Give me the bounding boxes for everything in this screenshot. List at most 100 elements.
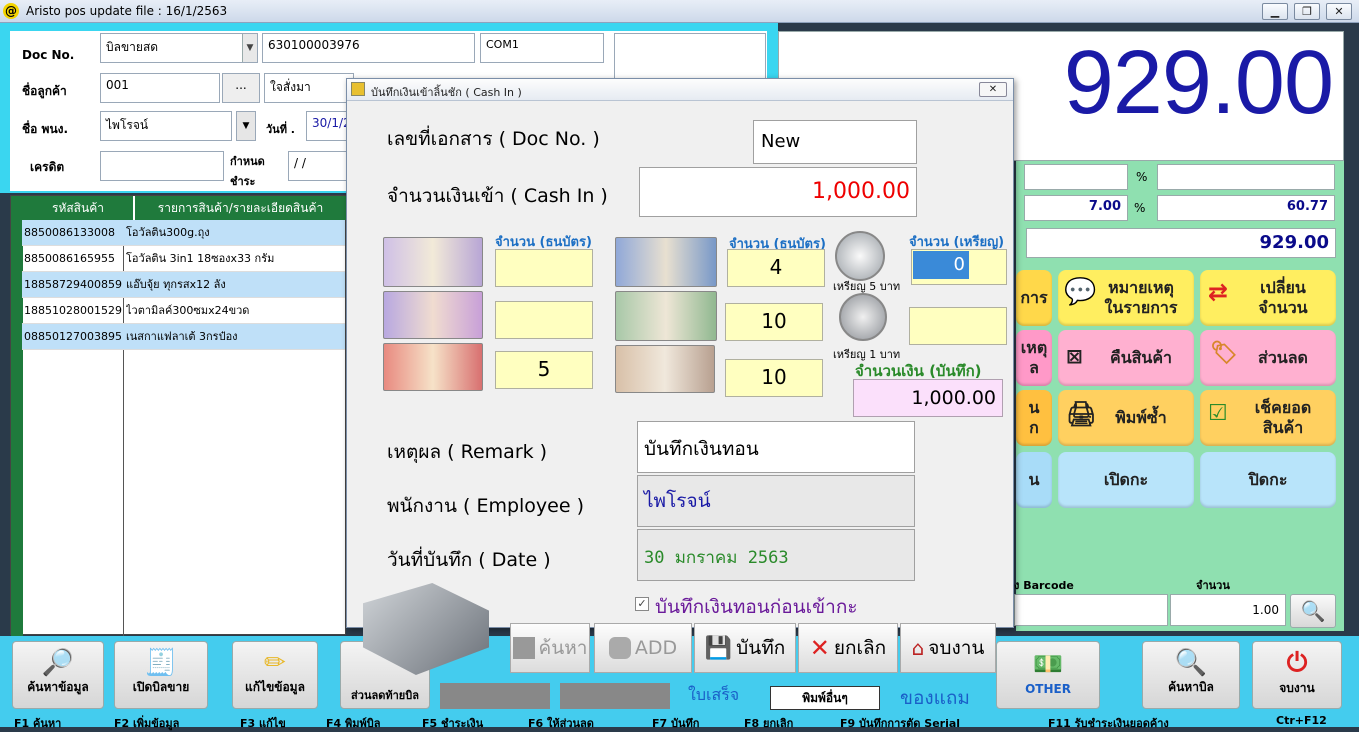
change-qty-button[interactable]: ⇄ เปลี่ยน จำนวน — [1200, 270, 1336, 326]
table-row[interactable]: 8850086133008 โอวัลติน300g.ถุง — [22, 220, 345, 246]
function-key-hint: F3 แก้ไข — [240, 717, 286, 730]
change-checkbox[interactable]: ✓ — [635, 597, 649, 611]
x-icon: ✕ — [809, 634, 830, 662]
house-icon: ⌂ — [911, 636, 925, 660]
dialog-app-icon — [351, 82, 365, 96]
qty-100-input[interactable]: 5 — [495, 351, 593, 389]
employee-dropdown-icon[interactable]: ▼ — [236, 111, 256, 141]
dlg-close-button[interactable]: ⌂ จบงาน — [900, 623, 996, 673]
net-total-field: 929.00 — [1026, 228, 1336, 258]
other-button[interactable]: 💵 OTHER — [996, 641, 1100, 709]
banknote-10-icon — [615, 345, 715, 393]
saved-amount-value: 1,000.00 — [853, 379, 1003, 417]
search-data-button[interactable]: 🔎 ค้นหาข้อมูล — [12, 641, 104, 709]
change-checkbox-label: บันทึกเงินทอนก่อนเข้ากะ — [655, 596, 858, 618]
item-button[interactable]: การ — [1016, 270, 1052, 326]
qty-label: จำนวน — [1196, 579, 1230, 592]
magnifier-money-icon: 🔍 — [1174, 648, 1208, 678]
doc-no-field[interactable]: 630100003976 — [262, 33, 475, 63]
cell-name: เนสกาแฟลาเต้ 3กรป๋อง — [126, 330, 238, 343]
dlg-cancel-button[interactable]: ✕ ยกเลิก — [798, 623, 898, 673]
exit-button[interactable]: ⏻ จบงาน — [1252, 641, 1342, 709]
discount-button[interactable]: 🏷 ส่วนลด — [1200, 330, 1336, 386]
coin-5-qty-input[interactable]: 0 — [913, 251, 969, 279]
credit-field[interactable] — [100, 151, 224, 181]
shift-button[interactable]: น — [1016, 452, 1052, 508]
browse-customer-button[interactable]: ... — [222, 73, 260, 103]
dlg-add-button[interactable]: ADD — [594, 623, 692, 673]
cell-code: 8850086165955 — [24, 252, 115, 265]
disabled-slot-2 — [560, 683, 670, 709]
banknote-20-icon — [615, 291, 717, 341]
free-gift-button[interactable]: ของแถม — [900, 683, 970, 713]
qty-input[interactable]: 1.00 — [1170, 594, 1286, 626]
receipt-button[interactable]: ใบเสร็จ — [688, 683, 739, 708]
coin-1-qty-input[interactable] — [909, 307, 1007, 345]
open-bill-button[interactable]: 🧾 เปิดบิลขาย — [114, 641, 208, 709]
misc-button[interactable]: นก — [1016, 390, 1052, 446]
due-date-field[interactable]: / / — [288, 151, 354, 181]
function-key-hint: F1 ค้นหา — [14, 717, 62, 730]
cash-icon: 💵 — [1033, 650, 1063, 678]
window-titlebar: @ Aristo pos update file : 16/1/2563 ▁ ❐… — [0, 0, 1359, 23]
cell-code: 18851028001529 — [24, 304, 122, 317]
table-row[interactable]: 18858729400859 แอ๊บจุ้ย ทุกรสx12 ลัง — [22, 272, 345, 298]
doc-type-select[interactable]: บิลขายสด — [100, 33, 258, 63]
print-other-button[interactable]: พิมพ์อื่นๆ — [770, 686, 880, 710]
qty-500-input[interactable] — [495, 301, 593, 339]
qty-50-input[interactable]: 4 — [727, 249, 825, 287]
vat-rate-field[interactable]: 7.00 — [1024, 195, 1128, 221]
cell-code: 8850086133008 — [24, 226, 115, 239]
pct-label: % — [1136, 170, 1148, 184]
reprint-button[interactable]: 🖨 พิมพ์ซ้ำ — [1058, 390, 1194, 446]
vat-amount-field[interactable]: 60.77 — [1157, 195, 1335, 221]
chevron-down-icon[interactable]: ▼ — [242, 34, 257, 62]
customer-code-field[interactable]: 001 — [100, 73, 220, 103]
search-bill-button[interactable]: 🔍 ค้นหาบิล — [1142, 641, 1240, 709]
col-header-code[interactable]: รหัสสินค้า — [23, 196, 133, 220]
search-icon[interactable]: 🔍 — [1290, 594, 1336, 628]
maximize-button[interactable]: ❐ — [1294, 3, 1320, 20]
customer-label: ชื่อลูกค้า — [22, 84, 67, 98]
cash-in-value[interactable]: 1,000.00 — [639, 167, 917, 217]
col-header-name[interactable]: รายการสินค้า/รายละเอียดสินค้า — [134, 196, 346, 220]
function-key-hint: F6 ให้ส่วนลด — [528, 717, 594, 730]
function-key-hint: Ctr+F12 — [1276, 714, 1327, 727]
close-shift-button[interactable]: ปิดกะ — [1200, 452, 1336, 508]
stock-check-button[interactable]: ☑ เช็คยอด สินค้า — [1200, 390, 1336, 446]
doc-no-input[interactable]: New — [753, 120, 917, 164]
tag-icon: 🏷 — [1210, 341, 1238, 366]
edit-data-button[interactable]: ✏ แก้ไขข้อมูล — [232, 641, 318, 709]
close-button[interactable]: ✕ — [1326, 3, 1352, 20]
qty-10-input[interactable]: 10 — [725, 359, 823, 397]
discount-field[interactable] — [1024, 164, 1128, 190]
barcode-input[interactable] — [1014, 594, 1168, 626]
table-row[interactable]: 18851028001529 ไวตามิลค์300ซมx24ขวด — [22, 298, 345, 324]
discount-amount-field[interactable] — [1157, 164, 1335, 190]
qty-1000-input[interactable] — [495, 249, 593, 287]
customer-name-field[interactable]: ใจสั่งมา — [264, 73, 354, 103]
power-icon: ⏻ — [1286, 648, 1308, 678]
employee-select[interactable]: ไพโรจน์ — [100, 111, 232, 141]
dlg-save-button[interactable]: 💾 บันทึก — [694, 623, 796, 673]
credit-label: เครดิต — [30, 160, 65, 174]
com-port-field[interactable]: COM1 — [480, 33, 604, 63]
function-key-hint: F2 เพิ่มข้อมูล — [114, 717, 180, 730]
reason-button[interactable]: เหตุล — [1016, 330, 1052, 386]
disabled-slot — [440, 683, 550, 709]
register-icon: 🧾 — [144, 648, 178, 678]
dlg-search-button[interactable]: ค้นหา — [510, 623, 590, 673]
dialog-close-icon[interactable]: ✕ — [979, 82, 1007, 97]
employee-dlg-label: พนักงาน ( Employee ) — [387, 495, 584, 517]
table-row[interactable]: 08850127003895 เนสกาแฟลาเต้ 3กรป๋อง — [22, 324, 345, 350]
minimize-button[interactable]: ▁ — [1262, 3, 1288, 20]
open-shift-button[interactable]: เปิดกะ — [1058, 452, 1194, 508]
remark-input[interactable]: บันทึกเงินทอน — [637, 421, 915, 473]
function-key-hint: F11 รับชำระเงินยอดค้าง — [1048, 717, 1169, 730]
cell-name: ไวตามิลค์300ซมx24ขวด — [126, 304, 250, 317]
qty-20-input[interactable]: 10 — [725, 303, 823, 341]
item-remark-button[interactable]: 💬 หมายเหตุ ในรายการ — [1058, 270, 1194, 326]
return-goods-button[interactable]: ⊠ คืนสินค้า — [1058, 330, 1194, 386]
banknote-100-icon — [383, 343, 483, 391]
table-row[interactable]: 8850086165955 โอวัลติน 3in1 18ซองx33 กรัม — [22, 246, 345, 272]
